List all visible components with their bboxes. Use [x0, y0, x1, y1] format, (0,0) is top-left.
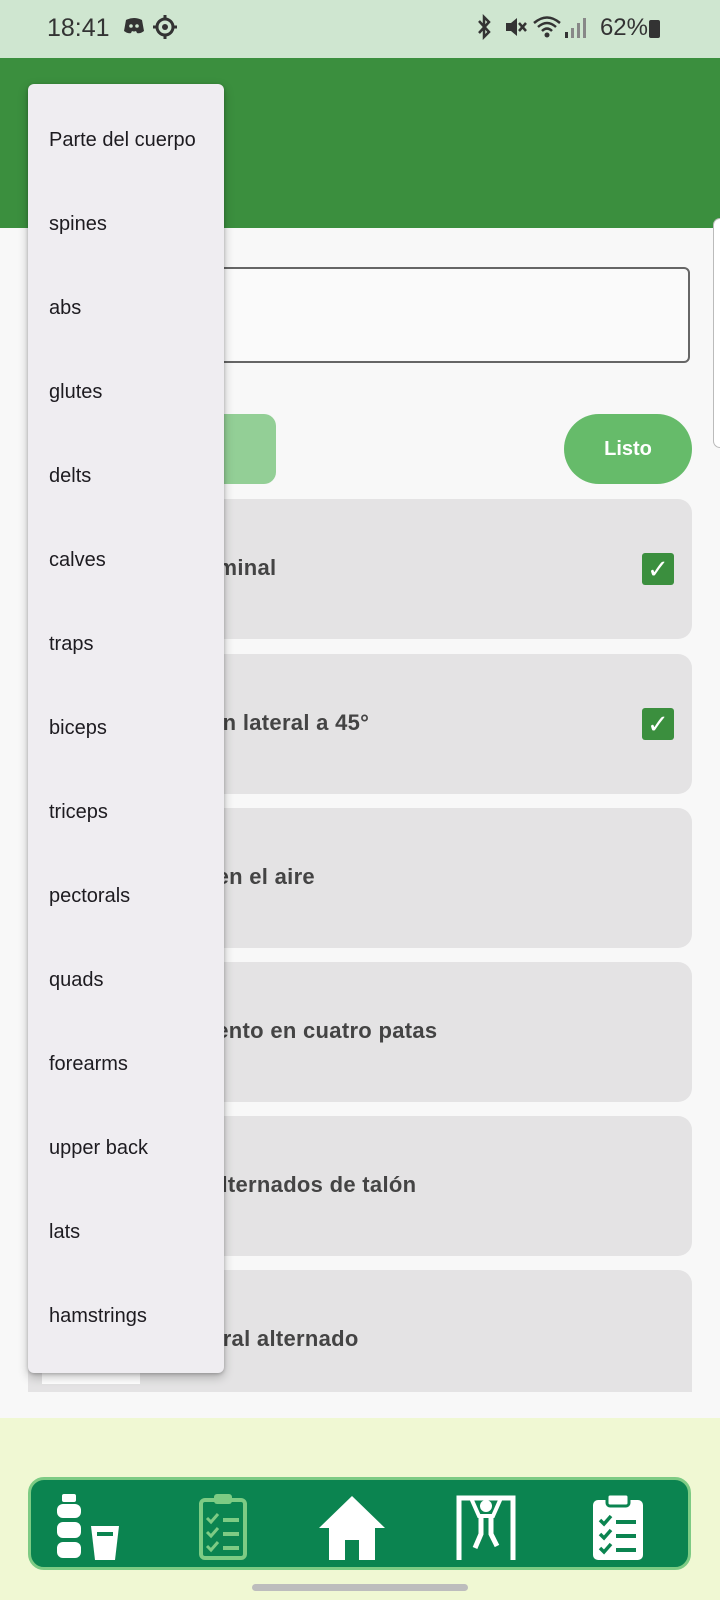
dropdown-item[interactable]: traps — [28, 602, 224, 686]
exercise-checkbox[interactable]: ✓ — [642, 708, 674, 740]
body-part-dropdown: Parte del cuerpo spines abs glutes delts… — [28, 84, 224, 1373]
dropdown-item[interactable]: lats — [28, 1190, 224, 1274]
dropdown-item[interactable]: triceps — [28, 770, 224, 854]
dropdown-item[interactable]: abs — [28, 266, 224, 350]
home-icon[interactable] — [317, 1492, 387, 1562]
done-button-label: Listo — [604, 437, 652, 460]
home-indicator[interactable] — [252, 1584, 468, 1591]
settings-icon — [153, 15, 177, 39]
scroll-handle[interactable] — [713, 218, 720, 448]
battery-icon — [649, 20, 660, 38]
dropdown-item[interactable]: spines — [28, 182, 224, 266]
mute-icon — [506, 18, 527, 36]
dropdown-item[interactable]: delts — [28, 434, 224, 518]
dropdown-item[interactable]: biceps — [28, 686, 224, 770]
bluetooth-icon — [478, 14, 491, 40]
status-time: 18:41 — [47, 14, 110, 42]
status-bar: 18:41 62% — [0, 0, 720, 58]
dropdown-item[interactable]: pectorals — [28, 854, 224, 938]
dropdown-item[interactable]: quads — [28, 938, 224, 1022]
exercise-checkbox[interactable]: ✓ — [642, 553, 674, 585]
bottom-nav — [28, 1477, 691, 1570]
water-bottle-icon[interactable] — [53, 1492, 123, 1562]
dropdown-item[interactable]: calves — [28, 518, 224, 602]
done-button[interactable]: Listo — [564, 414, 692, 484]
discord-icon — [124, 18, 144, 34]
signal-icon — [565, 18, 586, 38]
dropdown-item[interactable]: forearms — [28, 1022, 224, 1106]
dropdown-item[interactable]: upper back — [28, 1106, 224, 1190]
dropdown-item[interactable]: hamstrings — [28, 1274, 224, 1358]
battery-percent: 62% — [599, 14, 648, 41]
checklist-icon[interactable] — [189, 1492, 259, 1562]
exercise-title: miento en cuatro patas — [190, 1018, 438, 1043]
wifi-icon — [533, 16, 561, 38]
dropdown-item[interactable]: Parte del cuerpo — [28, 98, 224, 182]
dropdown-item[interactable]: glutes — [28, 350, 224, 434]
clipboard-icon[interactable] — [583, 1492, 653, 1562]
pullup-icon[interactable] — [451, 1492, 521, 1562]
